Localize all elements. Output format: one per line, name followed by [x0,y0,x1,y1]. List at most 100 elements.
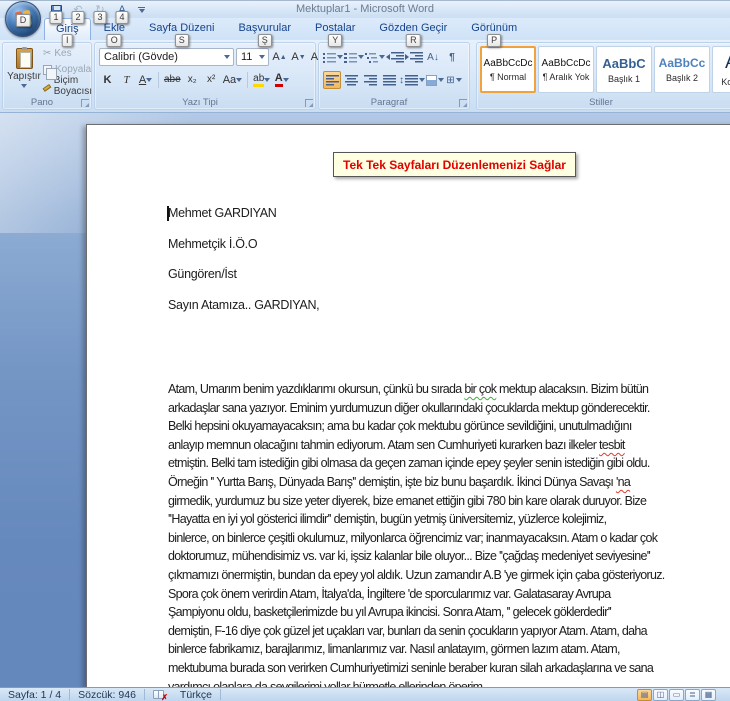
group-clipboard: Yapıştır ✂ Kes Kopyala Biçim Boyacısı Pa… [2,42,92,110]
brush-icon [43,84,52,92]
superscript-button[interactable]: x² [203,71,220,89]
bold-button[interactable]: K [99,71,116,89]
paste-label: Yapıştır [7,71,41,82]
doc-line: ''Hayatta en iyi yol gösterici ilimdir''… [168,510,665,529]
copy-icon [43,65,52,75]
paste-dropdown-icon [21,84,27,88]
page-indicator[interactable]: Sayfa: 1 / 4 [0,688,69,701]
scissors-icon: ✂ [43,48,51,59]
view-button-4[interactable]: ▦ [701,689,716,701]
shading-button[interactable] [426,71,444,89]
cut-button[interactable]: ✂ Kes [43,47,95,60]
style-sample: AaBbCc [659,56,706,70]
grow-font-button[interactable]: A▲ [271,48,288,66]
decrease-indent-button[interactable] [386,48,404,66]
language-indicator[interactable]: Türkçe [172,688,220,701]
tab-label: Sayfa Düzeni [149,22,214,34]
font-size-combo[interactable]: 11 [236,48,269,66]
proofing-status[interactable] [145,688,172,701]
line-spacing-button[interactable]: ↕ [399,71,425,89]
subscript-button[interactable]: x₂ [184,71,201,89]
doc-line: binlerce fabrikamız, barajlarımız, liman… [168,640,665,659]
ribbon-tab-row: GirişIEkleOSayfa DüzeniSBaşvurularŞPosta… [0,18,730,40]
word-count[interactable]: Sözcük: 946 [70,688,144,701]
office-button[interactable]: D [5,1,41,37]
office-button-keytip: D [16,14,31,27]
qat-customize-button[interactable] [138,7,145,14]
chevron-down-icon [259,55,265,59]
bullets-icon [323,52,336,63]
pilcrow-icon: ¶ [449,52,455,63]
format-painter-button[interactable]: Biçim Boyacısı [43,79,95,92]
doc-line: etmiştin. Belki tam istediğin gibi olmas… [168,454,665,473]
align-center-button[interactable] [342,71,360,89]
group-label-clipboard: Pano [3,97,81,108]
style-card-2[interactable]: AaBbCBaşlık 1 [596,46,652,93]
doc-header-line: Mehmetçik İ.Ö.O [168,229,319,260]
view-button-3[interactable]: ≣ [685,689,700,701]
style-card-0[interactable]: AaBbCcDc¶ Normal [480,46,536,93]
tab-sayfa-düzeni[interactable]: Sayfa DüzeniS [138,18,225,40]
sort-button[interactable]: A↓ [424,48,442,66]
tab-başvurular[interactable]: BaşvurularŞ [227,18,302,40]
view-shortcuts: ▤◫▭≣▦ [637,689,730,701]
tab-label: Ekle [104,22,125,34]
borders-button[interactable]: ⊞ [445,71,463,89]
show-paragraph-marks-button[interactable]: ¶ [443,48,461,66]
style-button-keytip: 4 [115,11,128,24]
indent-icon [410,52,423,63]
chevron-down-icon [224,55,230,59]
tab-postalar[interactable]: PostalarY [304,18,366,40]
style-sample: AaBbC [602,56,645,71]
group-label-paragraph: Paragraf [319,97,459,108]
view-button-0[interactable]: ▤ [637,689,652,701]
tab-label: Başvurular [238,22,291,34]
doc-header-line: Sayın Atamıza.. GARDIYAN, [168,290,319,321]
bullets-button[interactable] [323,48,343,66]
quick-access-toolbar: 1 ↶2 ↻3 A4 [48,2,145,18]
screentip: Tek Tek Sayfaları Düzenlemenizi Sağlar [333,152,576,177]
style-button[interactable]: A4 [114,3,130,18]
highlight-button[interactable]: ab [252,71,271,89]
paragraph-dialog-launcher[interactable] [459,99,467,107]
status-bar: Sayfa: 1 / 4 Sözcük: 946 Türkçe ▤◫▭≣▦ [0,687,730,701]
font-color-button[interactable]: A [273,71,290,89]
tab-keytip: I [62,34,73,47]
align-left-icon [326,75,339,86]
italic-button[interactable]: T [118,71,135,89]
style-gallery: AaBbCcDc¶ NormalAaBbCcDc¶ Aralık YokAaBb… [480,46,730,93]
shrink-font-button[interactable]: A▼ [290,48,307,66]
justify-button[interactable] [380,71,398,89]
tab-gözden-geçir[interactable]: Gözden GeçirR [368,18,458,40]
change-case-button[interactable]: Aa [222,71,243,89]
save-button-keytip: 1 [49,11,62,24]
view-button-2[interactable]: ▭ [669,689,684,701]
group-label-styles: Stiller [477,97,725,108]
clipboard-dialog-launcher[interactable] [81,99,89,107]
increase-indent-button[interactable] [405,48,423,66]
style-label: ¶ Aralık Yok [543,72,590,82]
style-sample: AaBbCcDc [542,58,591,69]
style-card-3[interactable]: AaBbCcBaşlık 2 [654,46,710,93]
font-name-combo[interactable]: Calibri (Gövde) [99,48,234,66]
tab-keytip: Y [328,34,342,47]
paste-button[interactable]: Yapıştır [6,46,42,94]
repeat-button-keytip: 3 [93,11,106,24]
style-card-1[interactable]: AaBbCcDc ¶ Aralık Yok [538,46,594,93]
save-button[interactable]: 1 [48,3,64,18]
align-left-button[interactable] [323,71,341,89]
underline-button[interactable]: A [137,71,154,89]
tab-görünüm[interactable]: GörünümP [460,18,528,40]
style-label: Konu Başl. [721,77,730,87]
style-card-4[interactable]: AaBKonu Başl. [712,46,730,93]
font-dialog-launcher[interactable] [305,99,313,107]
numbering-button[interactable] [344,48,364,66]
multilevel-list-button[interactable] [365,48,385,66]
repeat-button[interactable]: ↻3 [92,3,108,18]
undo-button[interactable]: ↶2 [70,3,86,18]
align-right-button[interactable] [361,71,379,89]
view-button-1[interactable]: ◫ [653,689,668,701]
outdent-icon [391,52,404,63]
strikethrough-button[interactable]: abe [163,71,182,89]
undo-button-keytip: 2 [71,11,84,24]
